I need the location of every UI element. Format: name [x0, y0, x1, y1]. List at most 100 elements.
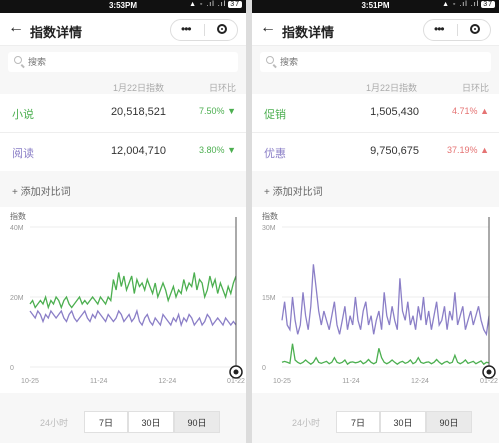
- x-tick-label: 11-24: [342, 378, 359, 385]
- capsule-divider: [204, 24, 205, 36]
- table-header: 1月22日指数 日环比: [0, 78, 246, 94]
- add-compare-label: + 添加对比词: [12, 187, 71, 198]
- battery-icon: 37: [228, 1, 242, 8]
- capsule-divider: [457, 24, 458, 36]
- status-bar: 3:51PM ▲ ◦ .ıl .ıl 37: [252, 0, 499, 13]
- signal-icons: ▲ ◦ .ıl .ıl: [442, 1, 480, 8]
- col-date-label: 1月22日指数: [365, 83, 417, 93]
- line-chart-svg: 40M 20M 0 10-25 11-24 12-24 01-22: [10, 217, 245, 385]
- back-arrow-icon[interactable]: ←: [260, 19, 276, 37]
- screenshot-pair: 3:53PM ▲ ◦ .ıl .ıl37 ← 指数详情 ••• 1月22日指数 …: [0, 0, 499, 443]
- down-arrow-icon: ▼: [227, 145, 236, 155]
- keyword-name: 促销: [264, 109, 286, 121]
- keyword-change: 7.50% ▼: [199, 106, 236, 116]
- x-tick-label: 10-25: [273, 378, 291, 385]
- change-value: 7.50%: [199, 106, 225, 116]
- down-arrow-icon: ▼: [227, 106, 236, 116]
- signal-icons: ▲ ◦ .ıl .ıl: [189, 1, 227, 8]
- keyword-change: 37.19% ▲: [447, 145, 489, 155]
- miniprogram-capsule: •••: [170, 19, 238, 41]
- tab-24h: 24小时: [291, 418, 320, 428]
- keyword-name: 小说: [12, 109, 34, 121]
- time-range-tabs: 24小时 7日 30日 90日: [0, 411, 246, 435]
- x-tick-label: 12-24: [158, 378, 176, 385]
- close-target-icon[interactable]: [470, 24, 480, 34]
- phone-screen-right: 3:51PM ▲ ◦ .ıl .ıl37 ← 指数详情 ••• 1月22日指数 …: [252, 0, 499, 443]
- search-input[interactable]: [280, 54, 460, 70]
- col-change-label: 日环比: [461, 83, 489, 93]
- add-compare-button[interactable]: + 添加对比词: [252, 171, 499, 207]
- series-line: [281, 264, 490, 337]
- search-icon: [14, 56, 22, 64]
- keyword-row[interactable]: 小说 20,518,521 7.50% ▼: [0, 94, 246, 133]
- y-tick-label: 0: [262, 365, 266, 372]
- nav-bar: ← 指数详情 •••: [0, 13, 246, 46]
- tab-7d[interactable]: 7日: [84, 411, 128, 433]
- phone-screen-left: 3:53PM ▲ ◦ .ıl .ıl37 ← 指数详情 ••• 1月22日指数 …: [0, 0, 246, 443]
- cursor-handle-dot: [486, 369, 492, 375]
- back-arrow-icon[interactable]: ←: [8, 19, 24, 37]
- keyword-value: 1,505,430: [370, 106, 419, 118]
- keyword-value: 12,004,710: [110, 145, 166, 157]
- page-title: 指数详情: [30, 25, 83, 40]
- keyword-value: 9,750,675: [370, 145, 419, 157]
- keyword-list: 小说 20,518,521 7.50% ▼ 阅读 12,004,710 3.80…: [0, 94, 246, 171]
- keyword-value: 20,518,521: [110, 106, 166, 118]
- tab-90d[interactable]: 90日: [174, 411, 220, 433]
- more-dots-icon[interactable]: •••: [434, 22, 445, 36]
- tab-30d[interactable]: 30日: [128, 411, 174, 433]
- x-tick-label: 11-24: [90, 378, 107, 385]
- table-header: 1月22日指数 日环比: [252, 78, 499, 94]
- keyword-row[interactable]: 阅读 12,004,710 3.80% ▼: [0, 133, 246, 171]
- keyword-change: 3.80% ▼: [199, 145, 236, 155]
- x-tick-label: 01-22: [480, 378, 498, 385]
- keyword-name: 优惠: [264, 148, 286, 160]
- change-value: 3.80%: [199, 145, 225, 155]
- tab-24h: 24小时: [39, 418, 68, 428]
- up-arrow-icon: ▲: [480, 106, 489, 116]
- col-date-label: 1月22日指数: [112, 83, 164, 93]
- y-tick-label: 20M: [10, 295, 24, 302]
- battery-icon: 37: [481, 1, 495, 8]
- nav-bar: ← 指数详情 •••: [252, 13, 499, 46]
- search-bar[interactable]: [8, 52, 238, 72]
- x-tick-label: 01-22: [227, 378, 245, 385]
- search-icon: [266, 56, 274, 64]
- status-bar: 3:53PM ▲ ◦ .ıl .ıl 37: [0, 0, 246, 13]
- time-range-tabs: 24小时 7日 30日 90日: [252, 411, 499, 435]
- search-bar[interactable]: [260, 52, 491, 72]
- status-icons: ▲ ◦ .ıl .ıl 37: [189, 1, 242, 8]
- y-tick-label: 0: [10, 365, 14, 372]
- change-value: 4.71%: [452, 106, 478, 116]
- y-tick-label: 30M: [262, 225, 276, 232]
- add-compare-button[interactable]: + 添加对比词: [0, 171, 246, 207]
- trend-chart: 指数 30M 15M 0 10-25 11-24 12-24 01-22: [252, 207, 499, 393]
- add-compare-label: + 添加对比词: [264, 187, 323, 198]
- keyword-row[interactable]: 优惠 9,750,675 37.19% ▲: [252, 133, 499, 171]
- keyword-name: 阅读: [12, 148, 34, 160]
- col-change-label: 日环比: [208, 83, 236, 93]
- cursor-handle-dot: [233, 369, 239, 375]
- trend-chart: 指数 40M 20M 0 10-25 11-24 12-24 01-22: [0, 207, 246, 393]
- series-line: [281, 343, 490, 366]
- miniprogram-capsule: •••: [423, 19, 491, 41]
- tab-30d[interactable]: 30日: [380, 411, 426, 433]
- keyword-row[interactable]: 促销 1,505,430 4.71% ▲: [252, 94, 499, 133]
- x-tick-label: 10-25: [21, 378, 39, 385]
- tab-90d[interactable]: 90日: [426, 411, 472, 433]
- keyword-change: 4.71% ▲: [452, 106, 489, 116]
- x-tick-label: 12-24: [411, 378, 429, 385]
- line-chart-svg: 30M 15M 0 10-25 11-24 12-24 01-22: [262, 217, 498, 385]
- y-tick-label: 15M: [262, 295, 276, 302]
- y-tick-label: 40M: [10, 225, 24, 232]
- series-line: [29, 272, 237, 310]
- page-title: 指数详情: [282, 25, 335, 40]
- more-dots-icon[interactable]: •••: [181, 22, 192, 36]
- search-input[interactable]: [28, 54, 208, 70]
- status-icons: ▲ ◦ .ıl .ıl 37: [442, 1, 495, 8]
- keyword-list: 促销 1,505,430 4.71% ▲ 优惠 9,750,675 37.19%…: [252, 94, 499, 171]
- up-arrow-icon: ▲: [480, 145, 489, 155]
- close-target-icon[interactable]: [217, 24, 227, 34]
- change-value: 37.19%: [447, 145, 478, 155]
- tab-7d[interactable]: 7日: [336, 411, 380, 433]
